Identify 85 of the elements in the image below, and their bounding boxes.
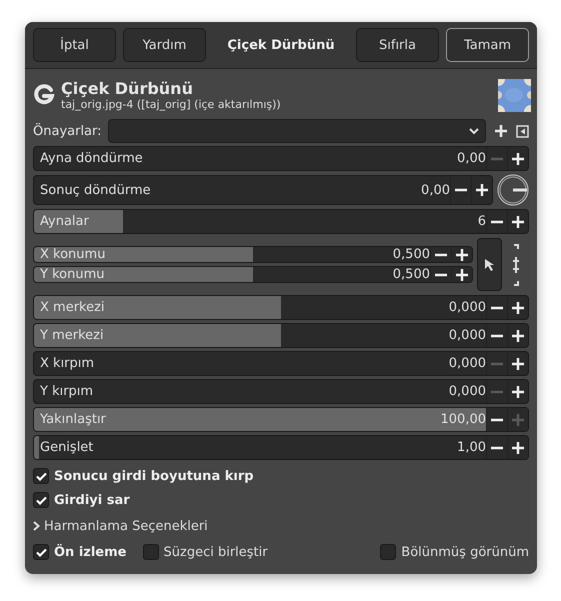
increase-button[interactable] [507, 324, 528, 347]
pick-position-button[interactable] [477, 238, 502, 291]
slider[interactable]: Y merkezi 0,000 [33, 323, 529, 348]
chevron-down-icon [469, 128, 479, 134]
decrease-button[interactable] [486, 408, 507, 431]
blending-options-expander[interactable]: Harmanlama Seçenekleri [33, 512, 529, 540]
slider-value: 100,00 [440, 412, 486, 427]
plus-icon [512, 358, 524, 370]
checkbox[interactable] [33, 492, 49, 508]
slider[interactable]: Yakınlaştır 100,00 [33, 407, 529, 432]
image-name: taj_orig.jpg-4 ([taj_orig] (içe aktarılmış)) [61, 98, 282, 112]
increase-button[interactable] [507, 352, 528, 375]
angle-dial-icon[interactable] [497, 174, 529, 206]
plus-icon [512, 152, 524, 164]
plus-icon [512, 386, 524, 398]
slider-label: Y kırpım [39, 384, 94, 399]
plus-icon [512, 302, 524, 314]
checkbox-option[interactable]: Ön izleme [33, 540, 126, 564]
pointer-icon [484, 258, 496, 272]
dialog-title: Çiçek Dürbünü [226, 38, 336, 52]
slider-label: Y merkezi [39, 328, 105, 343]
plus-icon [456, 248, 468, 260]
increase-button[interactable] [471, 176, 492, 204]
increase-button[interactable] [507, 147, 528, 170]
slider-value: 0,000 [448, 356, 486, 371]
increase-button[interactable] [451, 248, 472, 260]
slider[interactable]: Ayna döndürme 0,00 [33, 146, 529, 171]
increase-button[interactable] [507, 296, 528, 319]
slider[interactable]: X konumu 0,500 [33, 246, 473, 263]
slider-label: Ayna döndürme [39, 151, 144, 166]
checkbox[interactable] [380, 544, 396, 560]
add-icon[interactable] [494, 124, 508, 138]
plus-icon [476, 184, 488, 196]
checkbox[interactable] [33, 544, 49, 560]
slider-label: X kırpım [39, 356, 96, 371]
checkbox[interactable] [142, 544, 158, 560]
slider[interactable]: X kırpım 0,000 [33, 351, 529, 376]
slider-value: 0,00 [457, 151, 486, 166]
checkbox-option[interactable]: Girdiyi sar [33, 488, 529, 512]
increase-button[interactable] [507, 436, 528, 459]
slider-value: 0,000 [448, 300, 486, 315]
slider-value: 0,000 [448, 328, 486, 343]
slider-label: Y konumu [39, 267, 106, 282]
slider-label: Aynalar [39, 214, 90, 229]
checkbox-option[interactable]: Bölünmüş görünüm [380, 540, 529, 564]
slider-label: Genişlet [39, 440, 94, 455]
plus-icon [512, 414, 524, 426]
slider[interactable]: Aynalar 6 [33, 209, 529, 234]
slider-value: 1,00 [457, 440, 486, 455]
increase-button[interactable] [507, 380, 528, 403]
increase-button[interactable] [451, 268, 472, 280]
slider-value: 0,500 [392, 267, 430, 282]
dialog-button[interactable]: Yardım [123, 28, 206, 62]
slider-value: 0,000 [448, 384, 486, 399]
filter-title: Çiçek Dürbünü [61, 78, 194, 98]
slider-value: 0,500 [392, 247, 430, 262]
slider[interactable]: Genişlet 1,00 [33, 435, 529, 460]
checkbox[interactable] [33, 468, 49, 484]
plus-icon [512, 442, 524, 454]
slider-label: Sonuç döndürme [39, 182, 152, 198]
slider-value: 6 [478, 214, 486, 229]
checkbox-option[interactable]: Sonucu girdi boyutuna kırp [33, 464, 529, 488]
checkbox-option[interactable]: Süzgeci birleştir [142, 540, 268, 564]
check-icon [36, 496, 46, 504]
increase-button[interactable] [507, 210, 528, 233]
chain-link-icon[interactable] [510, 242, 522, 286]
slider[interactable]: Y kırpım 0,000 [33, 379, 529, 404]
slider-value: 0,00 [421, 182, 450, 198]
slider-label: X merkezi [39, 300, 106, 315]
menu-icon[interactable] [516, 124, 529, 138]
dialog-button[interactable]: Tamam [446, 28, 529, 62]
slider[interactable]: X merkezi 0,000 [33, 295, 529, 320]
slider-label: Yakınlaştır [39, 412, 107, 427]
dialog-button[interactable]: İptal [33, 28, 116, 62]
slider-label: X konumu [39, 247, 106, 262]
filter-logo-icon [33, 84, 55, 106]
plus-icon [512, 330, 524, 342]
slider[interactable]: Sonuç döndürme 0,00 [33, 175, 493, 205]
dialog-button[interactable]: Sıfırla [356, 28, 439, 62]
presets-label: Önayarlar: [33, 124, 102, 138]
plus-icon [512, 216, 524, 228]
check-icon [36, 472, 46, 480]
plus-icon [456, 268, 468, 280]
slider[interactable]: Y konumu 0,500 [33, 266, 473, 283]
check-icon [36, 548, 46, 556]
